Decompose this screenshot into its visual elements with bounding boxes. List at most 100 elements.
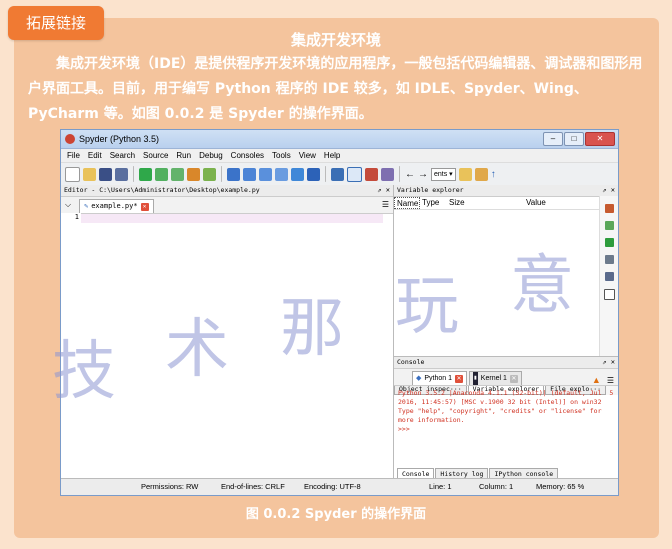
figure-caption: 图 0.0.2 Spyder 的操作界面 <box>245 507 427 522</box>
intro-paragraph: 集成开发环境（IDE）是提供程序开发环境的应用程序，一般包括代码编辑器、调试器和… <box>28 56 643 122</box>
toolbar: ← → ents ▾ ↑ <box>61 163 618 186</box>
console-options-icon[interactable]: ☰ <box>607 376 614 385</box>
console-header: Console ⇗ ✕ <box>394 357 618 369</box>
editor-title: Editor - C:\Users\Administrator\Desktop\… <box>64 186 260 194</box>
console-output[interactable]: Python 3.5.2 |Anaconda 4.1.1 (32-bit)| (… <box>394 386 618 437</box>
open-file-icon[interactable] <box>83 167 96 181</box>
status-bar: Permissions: RW End-of-lines: CRLF Encod… <box>61 478 618 495</box>
console-pane: Console ⇗ ✕ ◆ Python 1 ✕ ▮ Kernel 1 ✕ ▲ … <box>394 356 618 480</box>
run-cell-advance-icon[interactable] <box>171 167 184 181</box>
menu-edit[interactable]: Edit <box>88 151 102 160</box>
debug-icon[interactable] <box>227 167 240 181</box>
col-size[interactable]: Size <box>447 197 524 209</box>
var-columns: Name Type Size Value <box>394 197 618 210</box>
tab-kernel-1[interactable]: ▮ Kernel 1 ✕ <box>469 371 522 385</box>
status-line: Line: 1 <box>429 482 452 491</box>
col-value[interactable]: Value <box>524 197 546 209</box>
kernel-icon: ▮ <box>473 372 478 385</box>
stop-debug-icon[interactable] <box>307 167 320 181</box>
varx-title: Variable explorer <box>397 186 464 194</box>
maximize-pane-icon[interactable] <box>331 167 344 181</box>
browse-tabs-icon[interactable]: ⌵ <box>65 200 71 210</box>
maximize-button[interactable]: □ <box>564 132 584 146</box>
working-directory-value: ents <box>434 170 448 178</box>
spyder-logo-icon <box>65 134 75 144</box>
watermark-char: 技 <box>52 335 116 409</box>
back-arrow-icon[interactable]: ← <box>405 169 415 180</box>
working-directory-combo[interactable]: ents ▾ <box>431 167 456 181</box>
close-button[interactable]: ✕ <box>585 132 615 146</box>
status-eol: End-of-lines: CRLF <box>221 482 285 491</box>
line-number: 1 <box>74 213 79 221</box>
python-file-icon: ✎ <box>84 202 89 210</box>
status-column: Column: 1 <box>479 482 514 491</box>
status-encoding: Encoding: UTF-8 <box>304 482 361 491</box>
menu-tools[interactable]: Tools <box>272 151 291 160</box>
tab-example-py[interactable]: ✎ example.py* ✕ <box>79 199 154 213</box>
python-path-icon[interactable] <box>381 167 394 181</box>
run-cell-icon[interactable] <box>155 167 168 181</box>
fullscreen-icon[interactable] <box>347 166 362 182</box>
watermark-char: 那 <box>280 292 344 366</box>
menu-search[interactable]: Search <box>110 151 135 160</box>
window-titlebar: Spyder (Python 3.5) – □ ✕ <box>61 130 618 149</box>
pane-controls-icon[interactable]: ⇗ ✕ <box>377 185 390 196</box>
pane-controls-icon[interactable]: ⇗ ✕ <box>602 357 615 368</box>
varx-header: Variable explorer ⇗ ✕ <box>394 185 618 197</box>
window-title: Spyder (Python 3.5) <box>79 134 160 144</box>
console-title: Console <box>397 358 425 366</box>
import-data-icon[interactable] <box>604 204 614 213</box>
menu-bar: File Edit Search Source Run Debug Consol… <box>61 149 618 163</box>
browse-folder-icon[interactable] <box>458 167 472 181</box>
step-into-icon[interactable] <box>259 167 272 181</box>
continue-icon[interactable] <box>291 167 304 181</box>
menu-help[interactable]: Help <box>324 151 340 160</box>
warning-icon[interactable]: ▲ <box>592 375 601 385</box>
python-icon: ◆ <box>416 375 422 382</box>
menu-debug[interactable]: Debug <box>199 151 223 160</box>
current-line-highlight <box>81 214 383 223</box>
pane-controls-icon[interactable]: ⇗ ✕ <box>602 185 615 196</box>
menu-file[interactable]: File <box>67 151 80 160</box>
close-tab-icon[interactable]: ✕ <box>509 374 518 383</box>
parent-dir-icon[interactable]: ↑ <box>491 169 496 180</box>
list-options-icon[interactable] <box>603 289 615 300</box>
forward-arrow-icon[interactable]: → <box>418 169 428 180</box>
run-selection-icon[interactable] <box>187 167 200 181</box>
console-tabs: ◆ Python 1 ✕ ▮ Kernel 1 ✕ ▲ ☰ <box>394 369 618 386</box>
status-memory: Memory: 65 % <box>536 482 585 491</box>
step-return-icon[interactable] <box>275 167 288 181</box>
col-name[interactable]: Name <box>394 197 420 209</box>
options-icon[interactable]: ☰ <box>382 200 389 209</box>
watermark-char: 术 <box>165 313 229 387</box>
step-icon[interactable] <box>243 167 256 181</box>
tab-label: example.py* <box>91 202 138 210</box>
run-icon[interactable] <box>139 167 152 181</box>
set-cwd-icon[interactable] <box>474 167 488 181</box>
download-icon[interactable] <box>604 238 614 247</box>
rerun-icon[interactable] <box>203 167 216 181</box>
disk-icon[interactable] <box>604 272 614 281</box>
watermark-char: 意 <box>510 249 574 323</box>
tab-label: Python 1 <box>424 375 453 382</box>
save-all-icon[interactable] <box>115 167 128 181</box>
new-file-icon[interactable] <box>65 166 80 182</box>
menu-view[interactable]: View <box>299 151 316 160</box>
close-tab-icon[interactable]: ✕ <box>455 374 464 383</box>
menu-run[interactable]: Run <box>176 151 191 160</box>
watermark-char: 玩 <box>395 270 459 344</box>
tab-label: Kernel 1 <box>480 375 507 382</box>
menu-consoles[interactable]: Consoles <box>231 151 264 160</box>
status-permissions: Permissions: RW <box>141 482 199 491</box>
section-tag: 拓展链接 <box>8 6 104 40</box>
preferences-icon[interactable] <box>365 167 378 181</box>
save-as-icon[interactable] <box>604 255 614 264</box>
editor-tabs: ⌵ ✎ example.py* ✕ ☰ <box>61 197 393 214</box>
menu-source[interactable]: Source <box>143 151 168 160</box>
save-icon[interactable] <box>99 167 112 181</box>
close-tab-icon[interactable]: ✕ <box>140 202 149 211</box>
save-data-icon[interactable] <box>604 221 614 230</box>
tab-python-1[interactable]: ◆ Python 1 ✕ <box>412 371 468 385</box>
col-type[interactable]: Type <box>420 197 447 209</box>
minimize-button[interactable]: – <box>543 132 563 146</box>
